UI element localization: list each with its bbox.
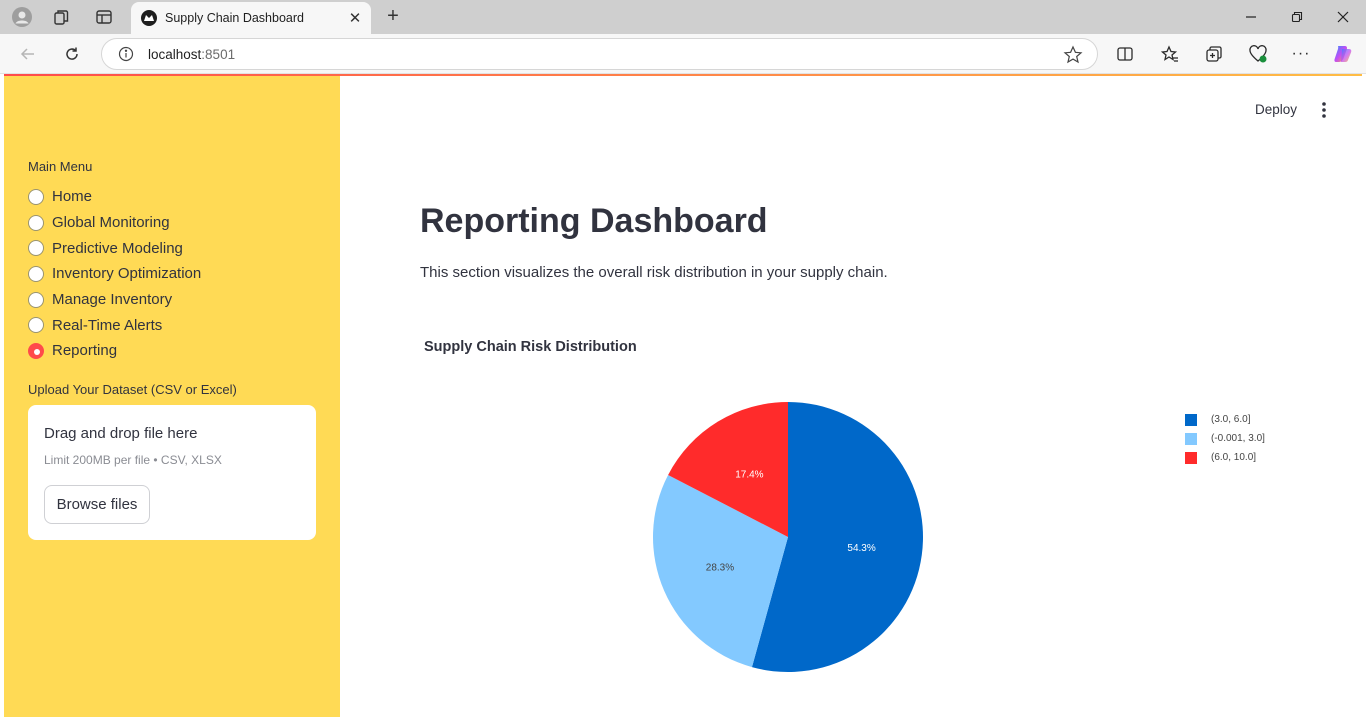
- restore-icon[interactable]: [1285, 5, 1309, 29]
- menu-item-label: Manage Inventory: [52, 291, 173, 309]
- menu-item-label: Real-Time Alerts: [52, 316, 163, 334]
- url-port: :8501: [201, 46, 236, 62]
- copilot-icon[interactable]: [1331, 42, 1355, 66]
- tab-actions-icon[interactable]: [93, 6, 115, 28]
- legend-label: (-0.001, 3.0]: [1211, 433, 1265, 444]
- menu-item-home[interactable]: Home: [28, 184, 201, 210]
- radio-button[interactable]: [28, 214, 44, 231]
- menu-item-label: Predictive Modeling: [52, 239, 183, 257]
- workspaces-icon[interactable]: [51, 6, 73, 28]
- menu-item-predictive-modeling[interactable]: Predictive Modeling: [28, 235, 201, 261]
- url-host: localhost: [148, 46, 202, 62]
- legend-label: (6.0, 10.0]: [1211, 452, 1257, 463]
- legend-swatch: [1185, 432, 1197, 445]
- page-title: Reporting Dashboard: [420, 202, 768, 240]
- menu-item-manage-inventory[interactable]: Manage Inventory: [28, 287, 201, 313]
- file-dropzone[interactable]: Drag and drop file here Limit 200MB per …: [28, 405, 316, 540]
- browse-files-button[interactable]: Browse files: [44, 485, 150, 524]
- chart-legend: (3.0, 6.0] (-0.001, 3.0] (6.0, 10.0]: [1185, 410, 1265, 467]
- dropzone-limit: Limit 200MB per file • CSV, XLSX: [44, 453, 222, 467]
- more-options-icon[interactable]: ···: [1289, 42, 1313, 66]
- browser-essentials-icon[interactable]: [1246, 42, 1270, 66]
- menu-item-label: Reporting: [52, 342, 118, 360]
- legend-swatch: [1185, 413, 1197, 426]
- legend-label: (3.0, 6.0]: [1211, 414, 1251, 425]
- menu-item-reporting[interactable]: Reporting: [28, 338, 201, 364]
- dropzone-title: Drag and drop file here: [44, 425, 198, 442]
- site-info-icon[interactable]: [118, 46, 134, 62]
- upload-label: Upload Your Dataset (CSV or Excel): [28, 382, 237, 397]
- new-tab-icon[interactable]: +: [382, 5, 404, 27]
- legend-item[interactable]: (3.0, 6.0]: [1185, 410, 1265, 429]
- menu-item-real-time-alerts[interactable]: Real-Time Alerts: [28, 312, 201, 338]
- radio-button-selected[interactable]: [28, 342, 44, 359]
- tab-title: Supply Chain Dashboard: [165, 11, 304, 25]
- radio-button[interactable]: [28, 240, 44, 257]
- pie-slice-label: 54.3%: [847, 543, 875, 554]
- radio-button[interactable]: [28, 265, 44, 282]
- menu-item-inventory-optimization[interactable]: Inventory Optimization: [28, 261, 201, 287]
- main-menu-radio-group: Home Global Monitoring Predictive Modeli…: [28, 184, 201, 364]
- sidebar: Main Menu Home Global Monitoring Predict…: [4, 76, 340, 717]
- deploy-button[interactable]: Deploy: [1255, 102, 1297, 117]
- split-screen-icon[interactable]: [1113, 42, 1137, 66]
- back-icon[interactable]: [15, 42, 41, 66]
- pie-slice-label: 17.4%: [735, 470, 763, 481]
- radio-button[interactable]: [28, 317, 44, 334]
- radio-button[interactable]: [28, 291, 44, 308]
- menu-item-label: Inventory Optimization: [52, 265, 202, 283]
- pie-slice-label: 28.3%: [706, 563, 734, 574]
- profile-icon[interactable]: [11, 6, 33, 28]
- tab-supply-chain-dashboard[interactable]: Supply Chain Dashboard ✕: [131, 2, 371, 34]
- radio-button[interactable]: [28, 188, 44, 205]
- refresh-icon[interactable]: [59, 42, 85, 66]
- chart-title: Supply Chain Risk Distribution: [424, 339, 637, 355]
- favorites-icon[interactable]: [1158, 42, 1182, 66]
- page-description: This section visualizes the overall risk…: [420, 264, 888, 281]
- browser-address-bar: localhost:8501 ···: [0, 34, 1366, 74]
- legend-item[interactable]: (6.0, 10.0]: [1185, 448, 1265, 467]
- favorite-star-icon[interactable]: [1063, 45, 1083, 65]
- menu-item-label: Home: [52, 188, 93, 206]
- legend-item[interactable]: (-0.001, 3.0]: [1185, 429, 1265, 448]
- collections-icon[interactable]: [1202, 42, 1226, 66]
- risk-pie-chart: 54.3% 28.3% 17.4%: [653, 402, 923, 672]
- legend-swatch: [1185, 451, 1197, 464]
- minimize-icon[interactable]: [1239, 5, 1263, 29]
- main-menu-title: Main Menu: [28, 159, 93, 174]
- url-text: localhost:8501: [148, 47, 235, 62]
- menu-item-label: Global Monitoring: [52, 214, 170, 232]
- menu-item-global-monitoring[interactable]: Global Monitoring: [28, 210, 201, 236]
- browser-tab-bar: Supply Chain Dashboard ✕ +: [0, 0, 1366, 34]
- close-tab-icon[interactable]: ✕: [345, 8, 365, 28]
- main-menu-kebab-icon[interactable]: [1314, 100, 1334, 120]
- close-window-icon[interactable]: [1331, 5, 1355, 29]
- url-input[interactable]: localhost:8501: [101, 38, 1098, 70]
- streamlit-favicon-icon: [141, 10, 157, 26]
